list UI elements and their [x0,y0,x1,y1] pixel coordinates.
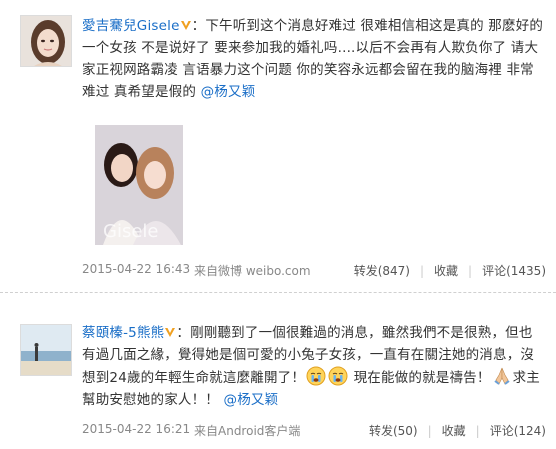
crying-face-emoji-icon [328,366,348,386]
post-content: 蔡頤榛-5熊熊 ：剛剛聽到了一個很難過的消息，雖然我們不是很熟，但也有過几面之緣，… [82,322,544,411]
post-source[interactable]: 来自Android客户端 [194,422,300,439]
divider: | [427,424,432,438]
crying-face-emoji-icon [306,366,326,386]
mention-link[interactable]: @杨又颖 [224,392,279,408]
favorite-button[interactable]: 收藏 [434,264,458,278]
verified-v-icon[interactable] [180,19,192,31]
favorite-button[interactable]: 收藏 [442,424,466,438]
weibo-post: 愛吉騫兒Gisele ：下午听到这个消息好难过 很难相信相这是真的 那麽好的一个女… [0,0,556,292]
mention-link[interactable]: @杨又颖 [201,84,256,100]
avatar-image [21,16,71,66]
colon: ： [191,18,206,34]
username-link[interactable]: 愛吉騫兒Gisele [82,18,180,34]
avatar[interactable] [20,324,72,376]
divider: | [468,264,473,278]
post-text-block: 愛吉騫兒Gisele ：下午听到这个消息好难过 很难相信相这是真的 那麽好的一个女… [82,15,544,103]
colon: ： [176,325,191,341]
weibo-post: 蔡頤榛-5熊熊 ：剛剛聽到了一個很難過的消息，雖然我們不是很熟，但也有過几面之緣，… [0,292,556,449]
avatar[interactable] [20,15,72,67]
post-meta: 2015-04-22 16:43 来自微博 weibo.com 转发(847) |… [82,262,546,282]
svg-text:Gisele: Gisele [103,221,158,242]
divider: | [419,264,425,278]
post-meta: 2015-04-22 16:21 来自Android客户端 转发(50) | 收藏 |… [82,422,546,442]
divider: | [475,424,480,438]
repost-button[interactable]: 转发(847) [354,264,410,278]
praying-hands-emoji-icon [493,367,510,385]
verified-v-icon[interactable] [164,326,176,338]
post-source[interactable]: 来自微博 weibo.com [194,262,311,279]
post-time[interactable]: 2015-04-22 16:21 [82,422,190,436]
post-photo[interactable]: Gisele [95,125,183,245]
post-actions: 转发(50) | 收藏 | 评论(124) [369,422,546,439]
post-actions: 转发(847) | 收藏 | 评论(1435) [354,262,546,279]
comment-button[interactable]: 评论(1435) [482,264,546,278]
post-time[interactable]: 2015-04-22 16:43 [82,262,190,276]
username-link[interactable]: 蔡頤榛-5熊熊 [82,325,164,341]
post-text-block: 蔡頤榛-5熊熊 ：剛剛聽到了一個很難過的消息，雖然我們不是很熟，但也有過几面之緣，… [82,322,544,411]
post-content: 愛吉騫兒Gisele ：下午听到这个消息好难过 很难相信相这是真的 那麽好的一个女… [82,15,544,103]
repost-button[interactable]: 转发(50) [369,424,418,438]
post-photo-image: Gisele [95,125,183,245]
comment-button[interactable]: 评论(124) [490,424,546,438]
post-text: 現在能做的就是禱告！ [353,370,491,386]
avatar-image [21,325,71,375]
